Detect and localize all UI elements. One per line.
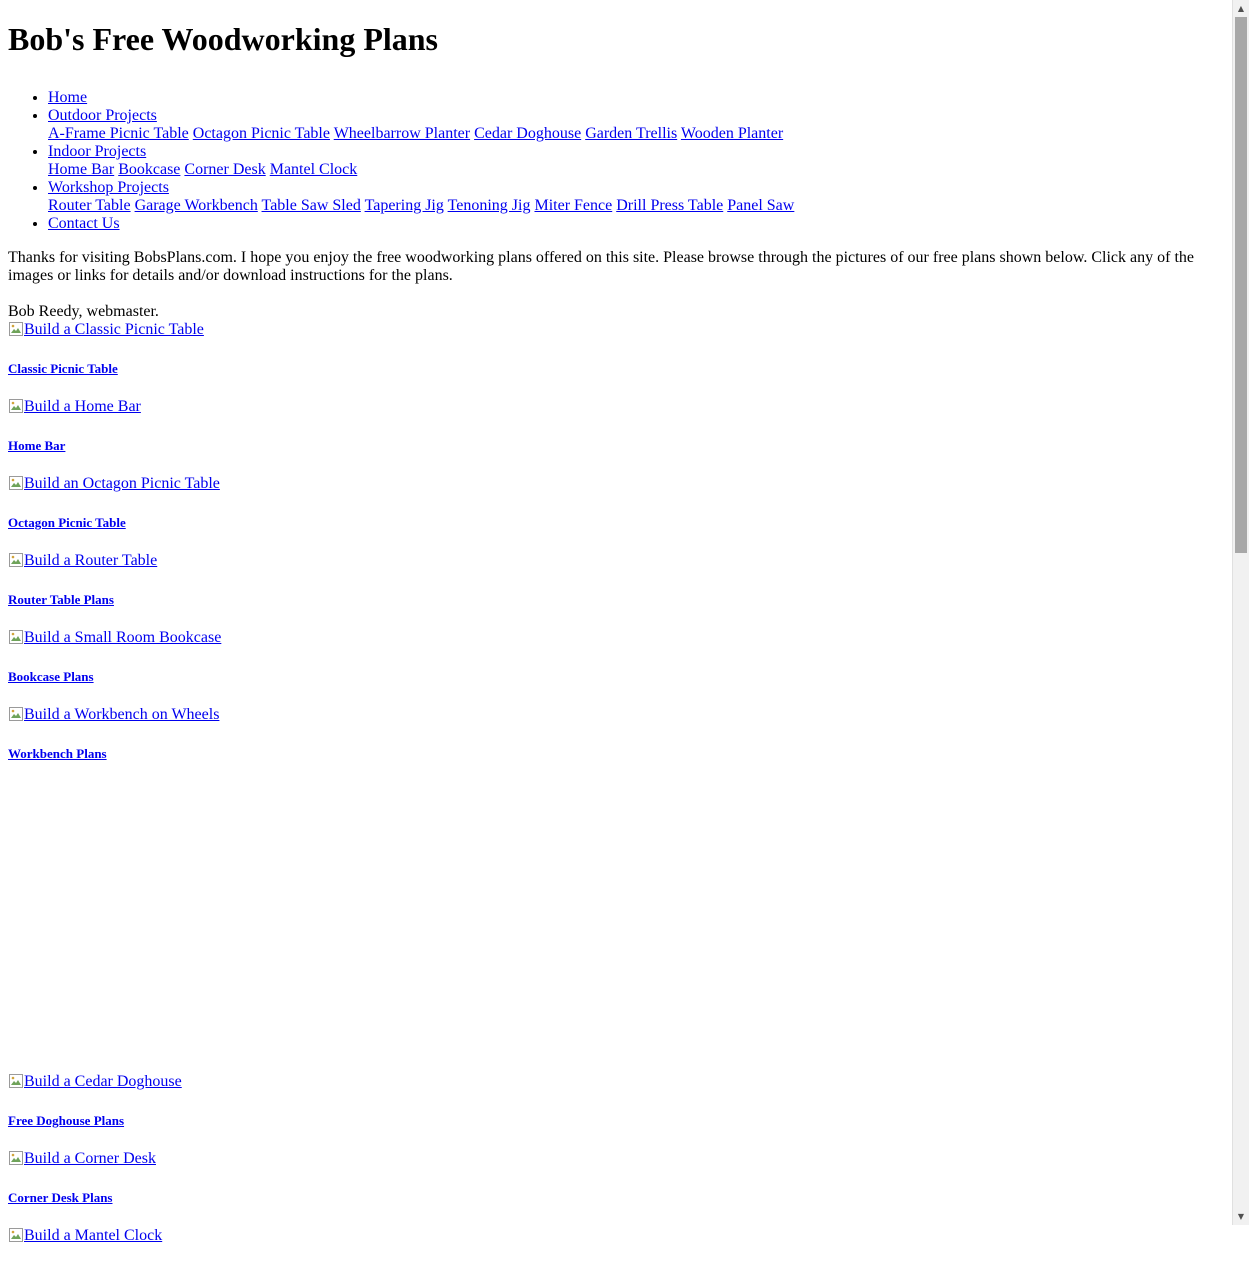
submenu-link[interactable]: Tenoning Jig <box>448 197 531 214</box>
site-title: Bob's Free Woodworking Plans <box>8 21 438 57</box>
plan-image-link[interactable]: Build a Workbench on Wheels <box>8 706 219 724</box>
scroll-down-arrow-icon[interactable]: ▼ <box>1233 1208 1249 1225</box>
submenu-link[interactable]: Garden Trellis <box>585 125 677 142</box>
submenu-link[interactable]: Garage Workbench <box>135 197 258 214</box>
plan-image-alt: Build a Classic Picnic Table <box>24 321 204 338</box>
plan-image-alt: Build a Cedar Doghouse <box>24 1073 182 1090</box>
plan-caption: Router Table Plans <box>8 592 1232 607</box>
plan-image-link[interactable]: Build an Octagon Picnic Table <box>8 475 220 493</box>
nav-item-contact: Contact Us <box>48 215 1232 233</box>
scroll-up-arrow-icon[interactable]: ▲ <box>1233 0 1249 17</box>
plan-item: Build a Workbench on Wheels Workbench Pla… <box>8 706 1232 761</box>
nav-link-contact[interactable]: Contact Us <box>48 215 120 232</box>
plan-image-link[interactable]: Build a Small Room Bookcase <box>8 629 221 647</box>
nav-item-workshop: Workshop Projects Router Table Garage Wo… <box>48 179 1232 215</box>
plan-item: Build a Cedar Doghouse Free Doghouse Plan… <box>8 1073 1232 1128</box>
plan-item: Build a Router Table Router Table Plans <box>8 552 1232 607</box>
plan-image-alt: Build a Small Room Bookcase <box>24 629 222 646</box>
plan-image-alt: Build an Octagon Picnic Table <box>24 475 220 492</box>
submenu-link[interactable]: Corner Desk <box>184 161 265 178</box>
plan-caption-link[interactable]: Corner Desk Plans <box>8 1190 112 1205</box>
submenu-link[interactable]: A-Frame Picnic Table <box>48 125 189 142</box>
ad-space <box>8 783 1232 1073</box>
submenu-link[interactable]: Tapering Jig <box>365 197 444 214</box>
plan-caption-link[interactable]: Octagon Picnic Table <box>8 515 126 530</box>
nav-item-indoor: Indoor Projects Home Bar Bookcase Corner… <box>48 143 1232 179</box>
plan-caption-link[interactable]: Classic Picnic Table <box>8 361 118 376</box>
plan-caption: Bookcase Plans <box>8 669 1232 684</box>
plan-image-link[interactable]: Build a Corner Desk <box>8 1150 156 1168</box>
plan-caption-link[interactable]: Workbench Plans <box>8 746 107 761</box>
submenu-link[interactable]: Cedar Doghouse <box>474 125 581 142</box>
submenu-link[interactable]: Mantel Clock <box>270 161 358 178</box>
plan-caption-link[interactable]: Home Bar <box>8 438 65 453</box>
plan-image-link[interactable]: Build a Classic Picnic Table <box>8 321 204 339</box>
nav-link-workshop[interactable]: Workshop Projects <box>48 179 169 196</box>
intro-text: Thanks for visiting BobsPlans.com. I hop… <box>8 249 1194 284</box>
submenu-link[interactable]: Wheelbarrow Planter <box>334 125 470 142</box>
plans-list: Build a Classic Picnic Table Classic Picn… <box>8 321 1232 761</box>
plan-caption: Workbench Plans <box>8 746 1232 761</box>
submenu-link[interactable]: Wooden Planter <box>681 125 783 142</box>
nav-link-home[interactable]: Home <box>48 89 87 106</box>
plan-caption-link[interactable]: Bookcase Plans <box>8 669 94 684</box>
plans-list-more: Build a Cedar Doghouse Free Doghouse Plan… <box>8 1073 1232 1245</box>
broken-image-icon <box>8 398 24 414</box>
submenu-link[interactable]: Miter Fence <box>534 197 612 214</box>
plan-image-link[interactable]: Build a Router Table <box>8 552 157 570</box>
nav-item-home: Home <box>48 89 1232 107</box>
nav-link-indoor[interactable]: Indoor Projects <box>48 143 146 160</box>
submenu-link[interactable]: Bookcase <box>118 161 180 178</box>
broken-image-icon <box>8 629 24 645</box>
plan-caption: Octagon Picnic Table <box>8 515 1232 530</box>
broken-image-icon <box>8 706 24 722</box>
signature: Bob Reedy, webmaster. <box>8 303 159 320</box>
plan-item: Build a Mantel Clock <box>8 1227 1232 1245</box>
nav-link-outdoor[interactable]: Outdoor Projects <box>48 107 157 124</box>
plan-item: Build a Home Bar Home Bar <box>8 398 1232 453</box>
plan-item: Build a Classic Picnic Table Classic Picn… <box>8 321 1232 376</box>
plan-caption-link[interactable]: Free Doghouse Plans <box>8 1113 124 1128</box>
broken-image-icon <box>8 1150 24 1166</box>
submenu-link[interactable]: Panel Saw <box>727 197 794 214</box>
plan-item: Build a Small Room Bookcase Bookcase Plan… <box>8 629 1232 684</box>
submenu-link[interactable]: Table Saw Sled <box>262 197 361 214</box>
broken-image-icon <box>8 552 24 568</box>
plan-caption: Classic Picnic Table <box>8 361 1232 376</box>
workshop-submenu: Router Table Garage Workbench Table Saw … <box>48 197 1232 215</box>
submenu-link[interactable]: Drill Press Table <box>616 197 723 214</box>
indoor-submenu: Home Bar Bookcase Corner Desk Mantel Clo… <box>48 161 1232 179</box>
plan-caption: Home Bar <box>8 438 1232 453</box>
plan-image-alt: Build a Home Bar <box>24 398 141 415</box>
plan-image-alt: Build a Workbench on Wheels <box>24 706 220 723</box>
broken-image-icon <box>8 1073 24 1089</box>
submenu-link[interactable]: Octagon Picnic Table <box>193 125 330 142</box>
submenu-link[interactable]: Router Table <box>48 197 131 214</box>
plan-image-link[interactable]: Build a Mantel Clock <box>8 1227 162 1245</box>
submenu-link[interactable]: Home Bar <box>48 161 114 178</box>
nav-item-outdoor: Outdoor Projects A-Frame Picnic Table Oc… <box>48 107 1232 143</box>
broken-image-icon <box>8 475 24 491</box>
outdoor-submenu: A-Frame Picnic Table Octagon Picnic Tabl… <box>48 125 1232 143</box>
plan-image-alt: Build a Mantel Clock <box>24 1227 163 1244</box>
broken-image-icon <box>8 1227 24 1243</box>
plan-image-alt: Build a Router Table <box>24 552 158 569</box>
plan-image-link[interactable]: Build a Cedar Doghouse <box>8 1073 182 1091</box>
page: Bob's Free Woodworking Plans Home Outdoo… <box>8 0 1232 1267</box>
vertical-scrollbar[interactable]: ▲ ▼ <box>1232 0 1249 1225</box>
scrollbar-thumb[interactable] <box>1235 17 1247 553</box>
broken-image-icon <box>8 321 24 337</box>
plan-caption: Free Doghouse Plans <box>8 1113 1232 1128</box>
plan-caption: Corner Desk Plans <box>8 1190 1232 1205</box>
plan-item: Build an Octagon Picnic Table Octagon Pic… <box>8 475 1232 530</box>
plan-image-link[interactable]: Build a Home Bar <box>8 398 141 416</box>
main-nav: Home Outdoor Projects A-Frame Picnic Tab… <box>8 89 1232 233</box>
plan-image-alt: Build a Corner Desk <box>24 1150 156 1167</box>
plan-caption-link[interactable]: Router Table Plans <box>8 592 114 607</box>
plan-item: Build a Corner Desk Corner Desk Plans <box>8 1150 1232 1205</box>
